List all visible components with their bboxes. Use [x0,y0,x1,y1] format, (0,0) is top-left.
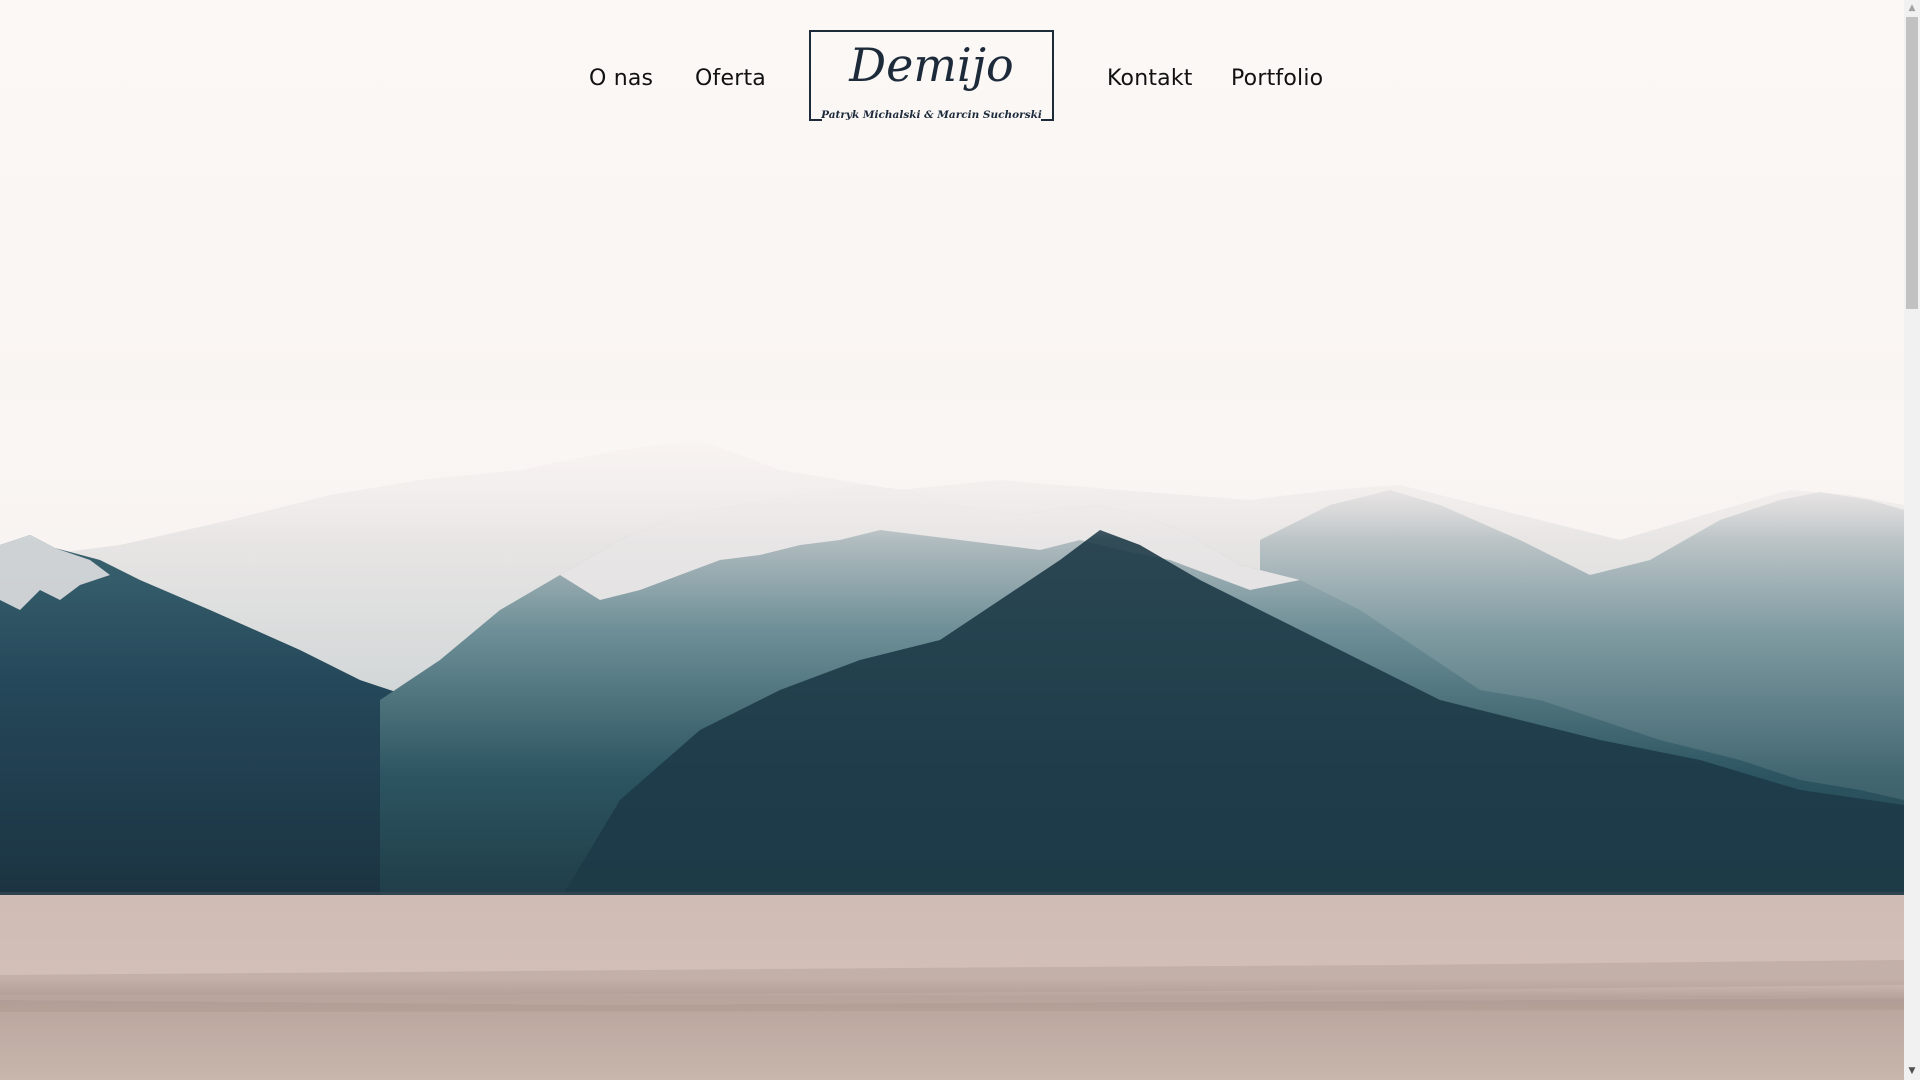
logo-subtitle: Patryk Michalski & Marcin Suchorski [821,109,1042,121]
vertical-scrollbar[interactable]: ▲ ▼ [1904,0,1920,1080]
hero-image [0,0,1904,1080]
scrollbar-thumb[interactable] [1906,17,1918,309]
page: O nas Oferta Demijo Patryk Michalski & M… [0,0,1920,1080]
chevron-down-icon[interactable]: ▼ [1904,1063,1920,1080]
nav-link-o-nas[interactable]: O nas [589,66,653,91]
nav-link-oferta[interactable]: Oferta [695,66,766,91]
nav-link-portfolio[interactable]: Portfolio [1231,66,1323,91]
chevron-up-icon[interactable]: ▲ [1904,0,1920,17]
logo-title: Demijo [849,38,1014,92]
site-header: O nas Oferta Demijo Patryk Michalski & M… [0,0,1904,160]
site-logo[interactable]: Demijo Patryk Michalski & Marcin Suchors… [809,30,1054,122]
nav-link-kontakt[interactable]: Kontakt [1107,66,1193,91]
